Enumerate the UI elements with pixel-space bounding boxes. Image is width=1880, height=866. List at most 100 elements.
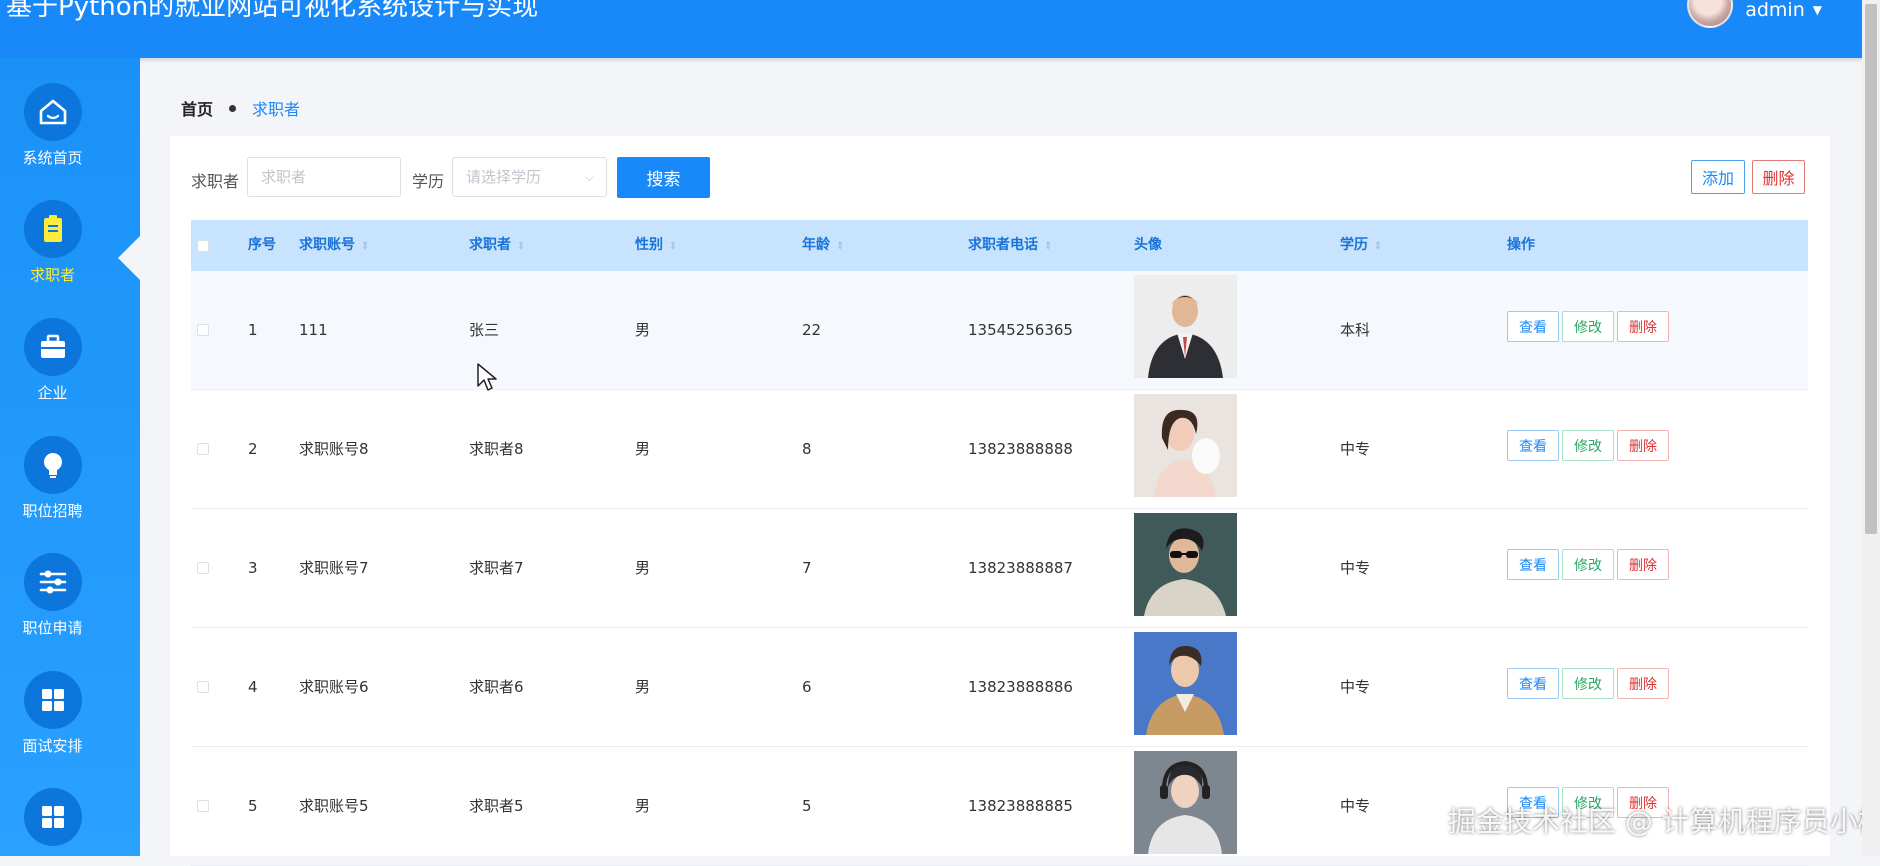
column-header-age[interactable]: 年龄 ⇕ xyxy=(802,220,844,272)
column-header-name-label: 求职者 xyxy=(469,237,511,253)
delete-button[interactable]: 删除 xyxy=(1617,311,1669,342)
cell-phone: 13545256365 xyxy=(968,321,1073,339)
add-button[interactable]: 添加 xyxy=(1691,160,1745,194)
breadcrumb: 首页 求职者 xyxy=(181,96,300,120)
briefcase-icon xyxy=(23,318,82,376)
cell-no: 2 xyxy=(248,440,258,458)
page-scrollbar[interactable] xyxy=(1862,0,1880,856)
row-checkbox[interactable] xyxy=(197,800,209,812)
cell-education: 本科 xyxy=(1340,321,1371,339)
batch-delete-button[interactable]: 删除 xyxy=(1752,160,1805,194)
sidebar-item-jobseekers[interactable]: 求职者 xyxy=(0,200,105,310)
education-select[interactable]: 请选择学历 ⌵ xyxy=(452,157,607,197)
cell-education: 中专 xyxy=(1340,559,1371,577)
cell-account: 求职账号8 xyxy=(299,440,369,458)
app-title: 基于Python的就业网站可视化系统设计与实现 xyxy=(6,0,539,22)
cell-gender: 男 xyxy=(635,321,651,339)
table-header: 序号 求职账号 ⇕ 求职者 ⇕ 性别 ⇕ 年龄 ⇕ 求职者电话 ⇕ 头像 学历 ⇕ 操作 xyxy=(191,220,1808,271)
sidebar-item-home[interactable]: 系统首页 xyxy=(0,83,105,193)
user-avatar[interactable] xyxy=(1687,0,1734,28)
column-header-education[interactable]: 学历 ⇕ xyxy=(1340,220,1382,272)
table-row[interactable]: 1 111 张三 男 22 13545256365 本科 查看 修改 删除 xyxy=(191,271,1808,390)
cell-name: 求职者6 xyxy=(469,678,524,696)
cell-no: 5 xyxy=(248,797,258,815)
column-header-account[interactable]: 求职账号 ⇕ xyxy=(299,220,369,272)
home-icon xyxy=(23,83,82,141)
sort-icon[interactable]: ⇕ xyxy=(517,241,525,252)
cell-phone: 13823888886 xyxy=(968,678,1073,696)
select-all-checkbox[interactable] xyxy=(197,240,209,252)
sidebar-item-more[interactable] xyxy=(0,788,105,856)
column-header-education-label: 学历 xyxy=(1340,237,1368,253)
view-button[interactable]: 查看 xyxy=(1507,430,1559,461)
cell-phone: 13823888888 xyxy=(968,440,1073,458)
sidebar-item-job-application[interactable]: 职位申请 xyxy=(0,553,105,663)
edit-button[interactable]: 修改 xyxy=(1562,668,1614,699)
scrollbar-thumb[interactable] xyxy=(1865,4,1877,534)
view-button[interactable]: 查看 xyxy=(1507,549,1559,580)
sidebar-item-label: 求职者 xyxy=(29,266,75,284)
sidebar-item-job-posting[interactable]: 职位招聘 xyxy=(0,436,105,546)
sort-icon[interactable]: ⇕ xyxy=(669,241,677,252)
edit-button[interactable]: 修改 xyxy=(1562,549,1614,580)
table-row[interactable]: 2 求职账号8 求职者8 男 8 13823888888 中专 查看 修改 删除 xyxy=(191,390,1808,509)
sidebar-item-company[interactable]: 企业 xyxy=(0,318,105,428)
column-header-gender[interactable]: 性别 ⇕ xyxy=(635,220,677,272)
column-header-actions: 操作 xyxy=(1507,237,1535,253)
cell-education: 中专 xyxy=(1340,678,1371,696)
cell-education: 中专 xyxy=(1340,797,1371,815)
cell-phone: 13823888885 xyxy=(968,797,1073,815)
view-button[interactable]: 查看 xyxy=(1507,311,1559,342)
sidebar-item-label: 职位申请 xyxy=(22,619,83,637)
sidebar-item-label: 系统首页 xyxy=(22,149,83,167)
delete-button[interactable]: 删除 xyxy=(1617,430,1669,461)
delete-button[interactable]: 删除 xyxy=(1617,549,1669,580)
table-row[interactable]: 3 求职账号7 求职者7 男 7 13823888887 中专 查看 修改 删除 xyxy=(191,509,1808,628)
cell-account: 求职账号6 xyxy=(299,678,369,696)
cell-gender: 男 xyxy=(635,440,651,458)
cell-education: 中专 xyxy=(1340,440,1371,458)
watermark: 掘金技术社区 @ 计算机程序员小杨 xyxy=(1448,805,1880,838)
sort-icon[interactable]: ⇕ xyxy=(1374,241,1382,252)
row-checkbox[interactable] xyxy=(197,324,209,336)
mouse-cursor-icon xyxy=(477,363,497,391)
clipboard-icon xyxy=(23,200,82,258)
row-checkbox[interactable] xyxy=(197,562,209,574)
cell-account: 求职账号7 xyxy=(299,559,369,577)
column-header-age-label: 年龄 xyxy=(802,237,830,253)
avatar-photo xyxy=(1134,275,1237,378)
search-name-input[interactable]: 求职者 xyxy=(247,157,401,197)
sidebar: 系统首页 求职者 企业 职位招聘 职位申请 面试安排 xyxy=(0,58,140,856)
column-header-name[interactable]: 求职者 ⇕ xyxy=(469,220,525,272)
sort-icon[interactable]: ⇕ xyxy=(836,241,844,252)
avatar-photo xyxy=(1134,394,1237,497)
view-button[interactable]: 查看 xyxy=(1507,668,1559,699)
chevron-down-icon: ⌵ xyxy=(584,170,594,184)
cell-no: 1 xyxy=(248,321,258,339)
cell-age: 7 xyxy=(802,559,812,577)
cell-account: 111 xyxy=(299,321,328,339)
edit-button[interactable]: 修改 xyxy=(1562,430,1614,461)
breadcrumb-home[interactable]: 首页 xyxy=(181,96,213,120)
delete-button[interactable]: 删除 xyxy=(1617,668,1669,699)
row-checkbox[interactable] xyxy=(197,681,209,693)
cell-age: 6 xyxy=(802,678,812,696)
user-menu[interactable]: admin ▼ xyxy=(1687,0,1822,28)
cell-account: 求职账号5 xyxy=(299,797,369,815)
user-name[interactable]: admin xyxy=(1745,0,1805,21)
sort-icon[interactable]: ⇕ xyxy=(361,241,369,252)
chevron-down-icon[interactable]: ▼ xyxy=(1813,3,1822,17)
breadcrumb-separator xyxy=(229,104,237,112)
table-row[interactable]: 4 求职账号6 求职者6 男 6 13823888886 中专 查看 修改 删除 xyxy=(191,628,1808,747)
column-header-no: 序号 xyxy=(248,237,276,253)
sidebar-item-label: 面试安排 xyxy=(22,737,83,755)
column-header-avatar: 头像 xyxy=(1134,237,1162,253)
column-header-gender-label: 性别 xyxy=(635,237,663,253)
sidebar-item-interview[interactable]: 面试安排 xyxy=(0,671,105,781)
cell-name: 求职者8 xyxy=(469,440,524,458)
sort-icon[interactable]: ⇕ xyxy=(1044,241,1052,252)
column-header-phone[interactable]: 求职者电话 ⇕ xyxy=(968,220,1052,272)
edit-button[interactable]: 修改 xyxy=(1562,311,1614,342)
row-checkbox[interactable] xyxy=(197,443,209,455)
search-button[interactable]: 搜索 xyxy=(617,157,710,198)
